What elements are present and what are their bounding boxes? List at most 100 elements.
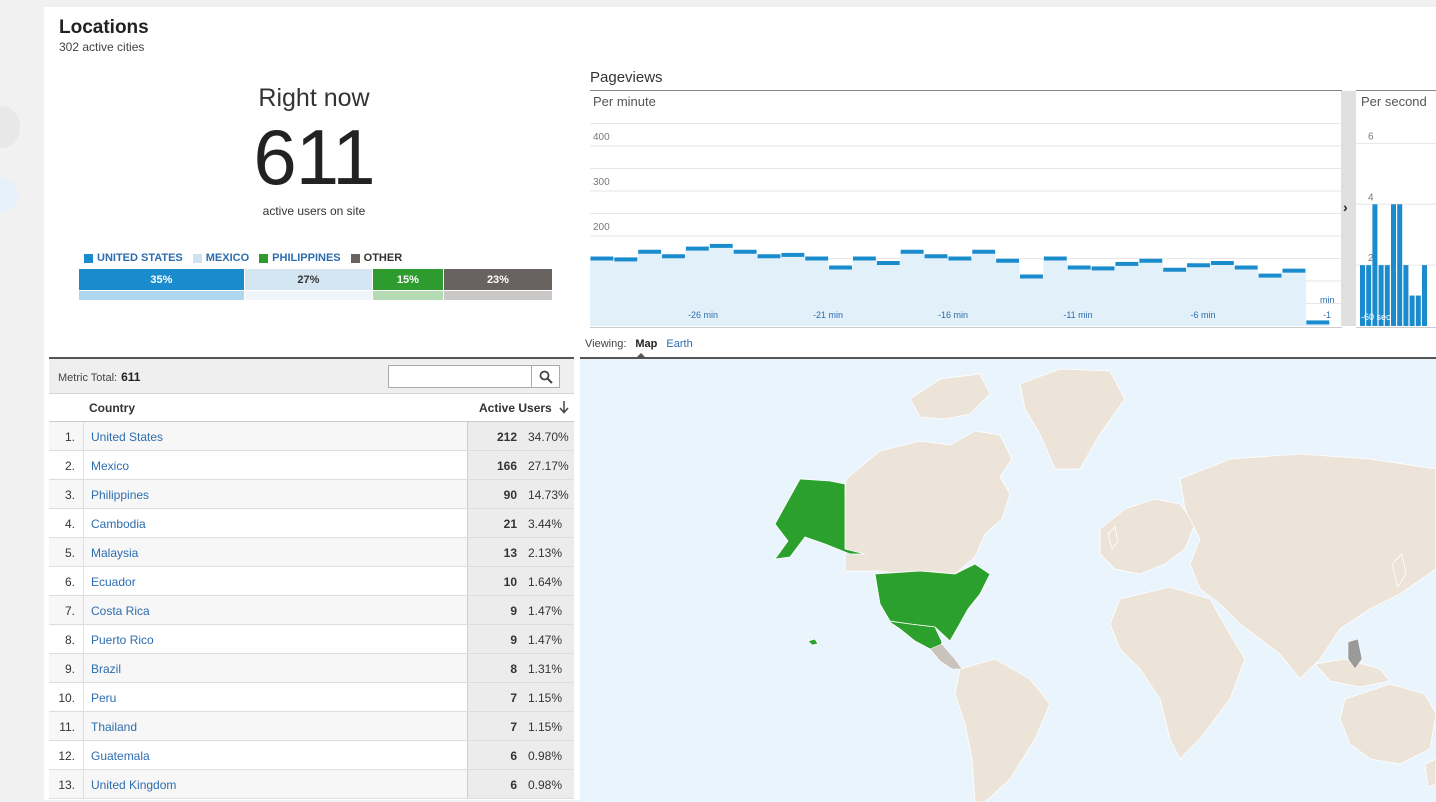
pageviews-minute-bar[interactable] [1306,320,1330,325]
row-divider [83,538,84,566]
users-cell: 21 [467,509,523,537]
pageviews-minute-bar[interactable] [1067,265,1091,270]
pageviews-minute-bar[interactable] [662,254,685,259]
pageviews-minute-bar[interactable] [1091,266,1115,271]
pageviews-minute-bar[interactable] [900,249,924,254]
country-link[interactable]: United States [91,430,163,444]
pageviews-minute-bar[interactable] [924,254,948,259]
percent-value: 2.13% [528,546,563,560]
pageviews-second-bar[interactable] [1391,204,1396,326]
row-index: 13. [58,778,75,792]
pageviews-minute-bar[interactable] [638,249,662,254]
country-link[interactable]: Thailand [91,720,137,734]
country-link[interactable]: Peru [91,691,116,705]
table-row[interactable]: 12. Guatemala 6 0.98% [49,741,574,770]
country-link[interactable]: Costa Rica [91,604,150,618]
pageviews-minute-bar[interactable] [614,257,638,262]
pageviews-minute-bar[interactable] [733,249,757,254]
pageviews-second-bar[interactable] [1403,265,1409,326]
table-row[interactable]: 1. United States 212 34.70% [49,422,574,451]
y-tick-label: 4 [1368,192,1374,203]
pageviews-minute-bar[interactable] [805,256,829,261]
pageviews-minute-bar[interactable] [709,243,733,248]
country-share-bar: 35% 27% 15% 23% [79,269,553,290]
pageviews-minute-bar[interactable] [1187,263,1210,268]
sort-down-icon[interactable] [559,400,569,414]
country-link[interactable]: Cambodia [91,517,146,531]
percent-cell: 1.15% [523,683,574,711]
nav-bubble[interactable] [0,106,20,148]
users-value: 166 [496,459,517,473]
legend-label: PHILIPPINES [272,252,341,264]
users-value: 212 [496,430,517,444]
pageviews-minute-bar[interactable] [1234,265,1258,270]
pageviews-minute-bar[interactable] [781,252,805,257]
column-active-users[interactable]: Active Users [479,401,552,415]
active-users-caption: active users on site [262,204,366,218]
country-link[interactable]: Puerto Rico [91,633,154,647]
pageviews-minute-bar[interactable] [829,265,852,270]
pageviews-second-bar[interactable] [1415,295,1421,326]
column-country[interactable]: Country [89,401,135,415]
y-tick-label: 300 [593,177,610,188]
x-tick-label: min [1320,295,1335,305]
table-row[interactable]: 13. United Kingdom 6 0.98% [49,770,574,799]
table-row[interactable]: 9. Brazil 8 1.31% [49,654,574,683]
table-row[interactable]: 8. Puerto Rico 9 1.47% [49,625,574,654]
pageviews-minute-bar[interactable] [1282,268,1306,273]
pageviews-minute-bar[interactable] [1163,267,1187,272]
y-tick-label: 6 [1368,131,1374,142]
users-cell: 7 [467,712,523,740]
world-map[interactable] [580,357,1436,802]
users-cell: 10 [467,567,523,595]
pageviews-minute-bar[interactable] [852,256,876,261]
table-row[interactable]: 4. Cambodia 21 3.44% [49,509,574,538]
row-divider [83,509,84,537]
pageviews-minute-bar[interactable] [1210,261,1234,265]
table-row[interactable]: 6. Ecuador 10 1.64% [49,567,574,596]
pageviews-minute-bar[interactable] [996,258,1020,263]
country-link[interactable]: Philippines [91,488,149,502]
row-index: 3. [64,488,75,502]
percent-value: 14.73% [528,488,569,502]
table-row[interactable]: 5. Malaysia 13 2.13% [49,538,574,567]
pageviews-minute-bar[interactable] [1020,274,1043,279]
row-divider [83,625,84,653]
pageviews-minute-bar[interactable] [1043,256,1067,261]
country-link[interactable]: Guatemala [91,749,150,763]
pageviews-second-bar[interactable] [1409,295,1415,326]
pageviews-minute-bar[interactable] [590,256,614,261]
nav-bubble-active[interactable] [0,178,18,212]
pageviews-second-bar[interactable] [1372,204,1378,326]
chevron-right-icon[interactable]: › [1343,199,1348,215]
pageviews-minute-bar[interactable] [1115,261,1139,266]
pageviews-second-bar[interactable] [1397,204,1403,326]
percent-cell: 1.47% [523,625,574,653]
tab-earth[interactable]: Earth [666,338,692,350]
table-row[interactable]: 11. Thailand 7 1.15% [49,712,574,741]
table-row[interactable]: 10. Peru 7 1.15% [49,683,574,712]
pageviews-minute-bar[interactable] [685,246,709,251]
metric-total: Metric Total: 611 [58,370,140,384]
pageviews-minute-bar[interactable] [948,256,972,261]
users-value: 10 [503,575,517,589]
legend-swatch [84,253,93,263]
pageviews-minute-bar[interactable] [972,249,996,254]
country-link[interactable]: Brazil [91,662,121,676]
country-link[interactable]: Mexico [91,459,129,473]
table-row[interactable]: 3. Philippines 90 14.73% [49,480,574,509]
table-row[interactable]: 2. Mexico 166 27.17% [49,451,574,480]
pageviews-minute-bar[interactable] [876,261,900,265]
country-link[interactable]: United Kingdom [91,778,176,792]
country-link[interactable]: Malaysia [91,546,138,560]
row-divider [83,451,84,479]
pageviews-minute-bar[interactable] [1258,273,1282,278]
table-row[interactable]: 7. Costa Rica 9 1.47% [49,596,574,625]
pageviews-minute-bar[interactable] [1139,258,1163,263]
country-link[interactable]: Ecuador [91,575,136,589]
pageviews-second-bar[interactable] [1422,265,1427,326]
search-button[interactable] [531,365,559,388]
tab-map[interactable]: Map [635,338,657,350]
percent-cell: 0.98% [523,741,574,769]
pageviews-minute-bar[interactable] [757,254,781,259]
